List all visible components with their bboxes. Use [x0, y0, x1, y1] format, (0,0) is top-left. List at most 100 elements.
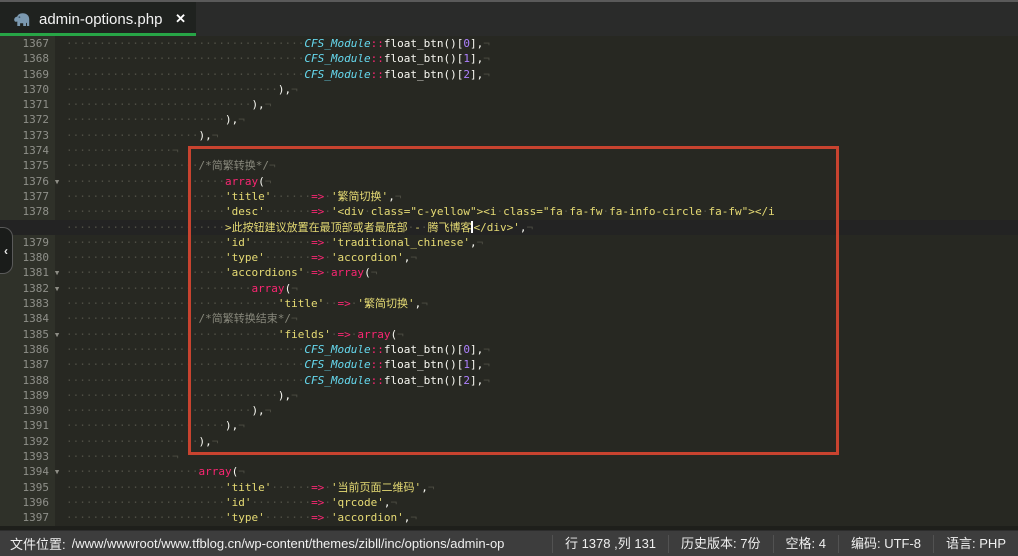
gutter: 1371 [0, 97, 66, 112]
code-text: ····································CFS_… [66, 357, 1018, 372]
file-location: 文件位置: /www/wwwroot/www.tfblog.cn/wp-cont… [0, 534, 552, 553]
status-cursor-position: 行 1378 ,列 131 [552, 535, 668, 553]
line-number: 1394 [0, 464, 49, 479]
code-line[interactable]: 1396························'id'········… [0, 495, 1018, 510]
code-line[interactable]: 1367····································… [0, 36, 1018, 51]
code-line[interactable]: 1386····································… [0, 342, 1018, 357]
code-line[interactable]: 1383································'tit… [0, 296, 1018, 311]
code-line[interactable]: 1391························),¬ [0, 418, 1018, 433]
line-number: 1392 [0, 434, 49, 449]
code-line[interactable]: 1377························'title'·····… [0, 189, 1018, 204]
gutter: 1387 [0, 357, 66, 372]
code-text: ························'title'······=>·… [66, 480, 1018, 495]
gutter: 1382▼ [0, 281, 66, 296]
eol-marker: ¬ [391, 496, 398, 509]
code-line[interactable]: 1373····················),¬ [0, 128, 1018, 143]
code-line[interactable]: ························>此按钮建议放置在最顶部或者最底… [0, 220, 1018, 235]
code-line[interactable]: 1372 ························),¬ [0, 112, 1018, 127]
gutter: 1393 [0, 449, 66, 464]
code-text: ························'type'·······=>·… [66, 510, 1018, 525]
file-path: /www/wwwroot/www.tfblog.cn/wp-content/th… [72, 536, 505, 551]
eol-marker: ¬ [410, 251, 417, 264]
sidebar-collapse-handle[interactable]: ‹ [0, 227, 13, 274]
line-number: 1375 [0, 158, 49, 173]
code-text: ····················),¬ [66, 434, 1018, 449]
code-line[interactable]: 1380························'type'······… [0, 250, 1018, 265]
eol-marker: ¬ [238, 419, 245, 432]
code-line[interactable]: 1369····································… [0, 67, 1018, 82]
fold-arrow-icon[interactable]: ▼ [50, 327, 64, 341]
gutter: 1391 [0, 418, 66, 433]
gutter: 1386 [0, 342, 66, 357]
line-number: 1393 [0, 449, 49, 464]
eol-marker: ¬ [483, 52, 490, 65]
code-text: ························),¬ [66, 112, 1018, 127]
eol-marker: ¬ [395, 190, 402, 203]
code-text: ····························),¬ [66, 403, 1018, 418]
code-line[interactable]: 1389 ································),¬ [0, 388, 1018, 403]
fold-arrow-icon[interactable]: ▼ [50, 465, 64, 479]
code-line[interactable]: 1381▼························'accordions… [0, 265, 1018, 280]
eol-marker: ¬ [238, 113, 245, 126]
code-line[interactable]: 1378 ························'desc'······… [0, 204, 1018, 219]
gutter: 1369 [0, 67, 66, 82]
eol-marker: ¬ [291, 83, 298, 96]
eol-marker: ¬ [483, 343, 490, 356]
code-line[interactable]: 1375····················/*简繁转换*/¬ [0, 158, 1018, 173]
gutter: 1376▼ [0, 174, 66, 189]
fold-arrow-icon[interactable]: ▼ [50, 174, 64, 188]
eol-marker: ¬ [265, 404, 272, 417]
code-line[interactable]: 1392 ····················),¬ [0, 434, 1018, 449]
code-line[interactable]: 1379························'id'········… [0, 235, 1018, 250]
code-line[interactable]: 1384····················/*简繁转换结束*/¬ [0, 311, 1018, 326]
code-line[interactable]: 1397························'type'······… [0, 510, 1018, 525]
status-spaces[interactable]: 空格: 4 [773, 535, 838, 553]
code-line[interactable]: 1368····································… [0, 51, 1018, 66]
gutter: 1397 [0, 510, 66, 525]
line-number: 1372 [0, 112, 49, 127]
tab-admin-options[interactable]: admin-options.php ✕ [0, 2, 196, 36]
code-text: ································'fields'… [66, 327, 1018, 342]
line-number: 1367 [0, 36, 49, 51]
eol-marker: ¬ [265, 175, 272, 188]
code-line[interactable]: 1390····························),¬ [0, 403, 1018, 418]
code-text: ································),¬ [66, 388, 1018, 403]
code-line[interactable]: 1393················¬ [0, 449, 1018, 464]
eol-marker: ¬ [483, 374, 490, 387]
code-text: ····················array(¬ [66, 464, 1018, 479]
tab-close-icon[interactable]: ✕ [175, 11, 186, 27]
code-text: ················¬ [66, 143, 1018, 158]
line-number: 1389 [0, 388, 49, 403]
code-text: ························),¬ [66, 418, 1018, 433]
gutter: 1388 [0, 373, 66, 388]
code-text: ····················),¬ [66, 128, 1018, 143]
status-history-versions[interactable]: 历史版本: 7份 [668, 535, 772, 553]
fold-arrow-icon[interactable]: ▼ [50, 282, 64, 296]
line-number: 1383 [0, 296, 49, 311]
code-line[interactable]: 1394▼····················array(¬ [0, 464, 1018, 479]
code-line[interactable]: 1371····························),¬ [0, 97, 1018, 112]
code-line[interactable]: 1382▼····························array(¬ [0, 281, 1018, 296]
code-line[interactable]: 1374················¬ [0, 143, 1018, 158]
eol-marker: ¬ [526, 221, 533, 234]
line-number: 1378 [0, 204, 49, 219]
status-encoding[interactable]: 编码: UTF-8 [838, 535, 933, 553]
code-line[interactable]: 1387 ····································… [0, 357, 1018, 372]
code-text: ································),¬ [66, 82, 1018, 97]
gutter: 1373 [0, 128, 66, 143]
code-line[interactable]: 1385▼································'fi… [0, 327, 1018, 342]
code-line[interactable]: 1376▼························array(¬ [0, 174, 1018, 189]
line-number: 1387 [0, 357, 49, 372]
fold-arrow-icon[interactable]: ▼ [50, 266, 64, 280]
gutter: 1378 [0, 204, 66, 219]
tab-title: admin-options.php [39, 11, 169, 28]
code-line[interactable]: 1395························'title'·····… [0, 480, 1018, 495]
code-text: ························'desc'·······=>·… [66, 204, 1018, 219]
code-editor[interactable]: 1367 ····································… [0, 36, 1018, 526]
code-line[interactable]: 1388····································… [0, 373, 1018, 388]
gutter: 1390 [0, 403, 66, 418]
eol-marker: ¬ [291, 389, 298, 402]
code-text: ························'id'·········=>·… [66, 235, 1018, 250]
status-language[interactable]: 语言: PHP [933, 535, 1018, 553]
code-line[interactable]: 1370································),¬ [0, 82, 1018, 97]
